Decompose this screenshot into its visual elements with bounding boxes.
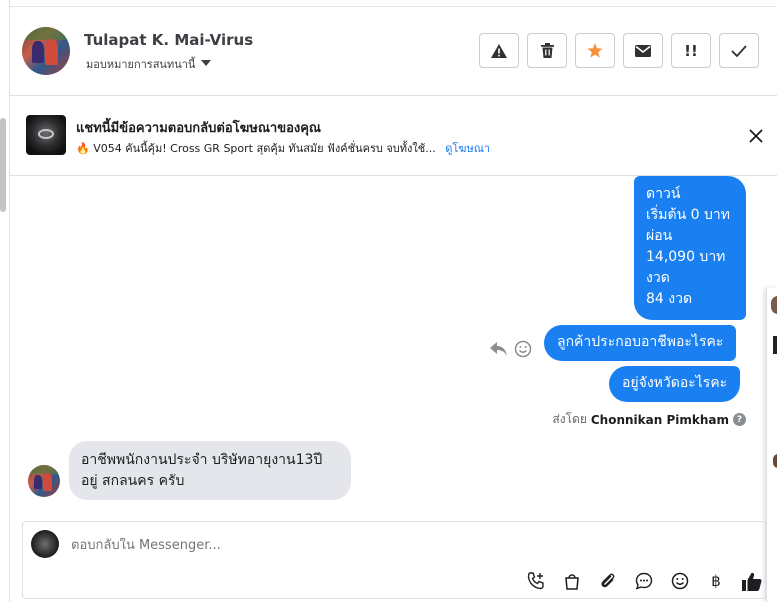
message-composer: ฿ xyxy=(22,521,766,599)
reply-button[interactable] xyxy=(490,341,508,360)
delete-button[interactable] xyxy=(527,33,567,68)
paperclip-icon xyxy=(601,573,615,588)
assign-label: มอบหมายการสนทนานี้ xyxy=(86,58,196,71)
trash-icon xyxy=(540,43,554,58)
chat-bubble-icon xyxy=(635,572,653,590)
fire-icon: 🔥 xyxy=(76,142,90,155)
attach-button[interactable] xyxy=(597,570,619,592)
message-line: งวด xyxy=(646,270,670,286)
contact-name[interactable]: Tulapat K. Mai-Virus xyxy=(84,31,253,49)
message-line: 14,090 บาท xyxy=(646,249,726,265)
check-icon xyxy=(731,44,747,57)
scrollbar-left[interactable] xyxy=(0,118,6,212)
assign-conversation-dropdown[interactable]: มอบหมายการสนทนานี้ xyxy=(86,55,212,73)
phone-plus-icon xyxy=(527,572,544,590)
like-button[interactable] xyxy=(741,570,763,592)
ad-banner-subtitle: 🔥 V054 คันนี้คุ้ม! Cross GR Sport สุดคุ้… xyxy=(76,139,490,157)
sent-by-label: ส่งโดย Chonnikan Pimkham ? xyxy=(552,410,746,429)
question-icon[interactable]: ? xyxy=(733,413,746,426)
sent-by-prefix: ส่งโดย xyxy=(552,412,587,426)
saved-replies-button[interactable] xyxy=(633,570,655,592)
close-icon xyxy=(749,129,763,143)
ad-banner-title: แชทนี้มีข้อความตอบกลับต่อโฆษณาของคุณ xyxy=(76,121,321,136)
reply-input[interactable] xyxy=(71,538,571,553)
page-avatar xyxy=(31,530,59,558)
follow-up-button[interactable]: !! xyxy=(671,33,711,68)
conversation-header: Tulapat K. Mai-Virus มอบหมายการสนทนานี้ … xyxy=(10,7,777,96)
mail-icon xyxy=(635,44,651,57)
view-ad-link[interactable]: ดูโฆษณา xyxy=(445,142,490,155)
message-line: อยู่ สกลนคร ครับ xyxy=(81,473,185,489)
mark-done-button[interactable] xyxy=(719,33,759,68)
message-line: เริ่มต้น 0 บาท xyxy=(646,207,730,223)
important-icon: !! xyxy=(684,41,698,60)
contact-avatar-small[interactable] xyxy=(28,465,60,497)
mark-unread-button[interactable] xyxy=(623,33,663,68)
shopping-bag-icon xyxy=(565,574,579,590)
reply-icon xyxy=(490,342,507,356)
conversation-toolbar: !! xyxy=(479,33,759,68)
star-button[interactable] xyxy=(575,33,615,68)
alert-icon xyxy=(491,43,507,58)
ad-thumbnail[interactable] xyxy=(26,115,66,155)
sender-name: Chonnikan Pimkham xyxy=(590,412,729,427)
thumbs-up-icon xyxy=(742,572,762,591)
star-icon xyxy=(587,43,603,58)
thumbnail xyxy=(773,336,777,354)
ad-text: V054 คันนี้คุ้ม! Cross GR Sport สุดคุ้ม … xyxy=(93,142,436,155)
message-line: อาชีพพนักงานประจำ บริษัทอายุงาน13ปี xyxy=(81,452,323,468)
contact-avatar[interactable] xyxy=(22,27,70,75)
shop-button[interactable] xyxy=(561,570,583,592)
side-panel-edge xyxy=(766,288,777,602)
message-line: 84 งวด xyxy=(646,291,693,307)
mark-spam-button[interactable] xyxy=(479,33,519,68)
emoji-button[interactable] xyxy=(669,570,691,592)
outgoing-message[interactable]: ลูกค้าประกอบอาชีพอะไรคะ xyxy=(544,325,737,361)
message-line: ผ่อน xyxy=(646,228,673,244)
phone-add-button[interactable] xyxy=(525,570,547,592)
smiley-icon xyxy=(671,572,689,590)
payment-button[interactable]: ฿ xyxy=(705,570,727,592)
react-button[interactable] xyxy=(514,340,532,362)
avatar xyxy=(771,296,777,314)
smiley-icon xyxy=(514,340,532,358)
baht-icon: ฿ xyxy=(711,572,721,590)
message-line: ดาวน์ xyxy=(646,186,681,202)
incoming-message[interactable]: อาชีพพนักงานประจำ บริษัทอายุงาน13ปี อยู่… xyxy=(69,441,351,500)
avatar xyxy=(773,454,777,468)
ad-reply-banner: แชทนี้มีข้อความตอบกลับต่อโฆษณาของคุณ 🔥 V… xyxy=(10,97,777,176)
close-banner-button[interactable] xyxy=(747,127,765,145)
outgoing-message[interactable]: อยู่จังหวัดอะไรคะ xyxy=(609,366,741,402)
composer-toolbar: ฿ xyxy=(525,570,763,592)
caret-down-icon xyxy=(201,60,212,66)
outgoing-message[interactable]: ดาวน์ เริ่มต้น 0 บาท ผ่อน 14,090 บาท งวด… xyxy=(634,176,746,320)
